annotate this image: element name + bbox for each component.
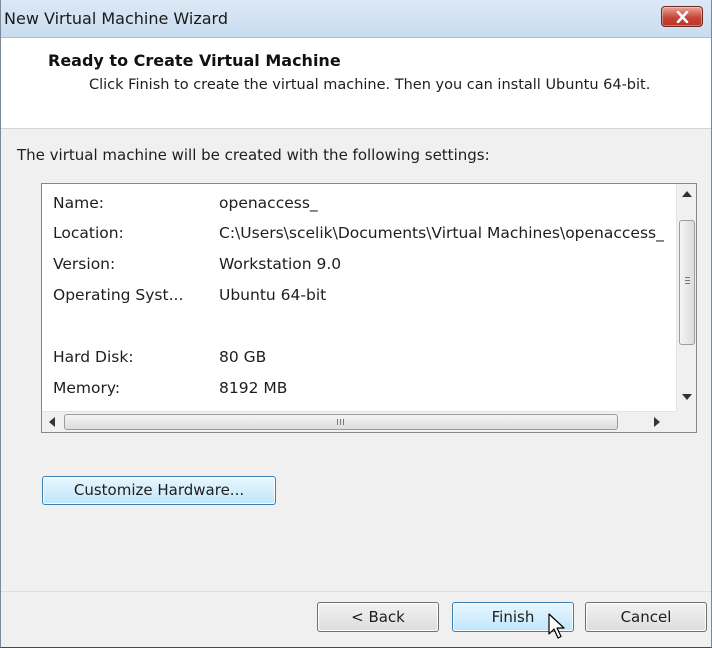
setting-value: openaccess_ [219, 194, 318, 212]
setting-key: Hard Disk: [53, 348, 134, 366]
setting-key: Version: [53, 255, 116, 273]
footer-divider [1, 591, 711, 592]
cancel-button[interactable]: Cancel [585, 602, 707, 632]
setting-value: Workstation 9.0 [219, 255, 342, 273]
settings-intro-text: The virtual machine will be created with… [17, 146, 490, 164]
setting-key: Name: [53, 194, 104, 212]
back-button[interactable]: < Back [317, 602, 439, 632]
settings-summary-list[interactable]: Name: openaccess_ Location: C:\Users\sce… [41, 183, 697, 433]
title-bar[interactable]: New Virtual Machine Wizard [1, 0, 711, 38]
grip-line [685, 280, 690, 281]
wizard-header: Ready to Create Virtual Machine Click Fi… [1, 38, 711, 129]
window-title: New Virtual Machine Wizard [4, 9, 228, 28]
scroll-up-arrow-icon[interactable] [682, 191, 692, 197]
vertical-scroll-thumb[interactable] [679, 220, 695, 345]
grip-line [685, 283, 690, 284]
grip-line [343, 419, 344, 425]
settings-list-viewport: Name: openaccess_ Location: C:\Users\sce… [42, 184, 676, 412]
setting-key: Operating Syst... [53, 286, 184, 304]
horizontal-scrollbar[interactable] [42, 411, 676, 432]
close-button[interactable] [661, 6, 703, 27]
close-icon [676, 11, 689, 23]
grip-line [340, 419, 341, 425]
mouse-pointer-icon [548, 613, 565, 639]
customize-hardware-button[interactable]: Customize Hardware... [42, 476, 276, 505]
wizard-window: New Virtual Machine Wizard Ready to Crea… [0, 0, 712, 648]
grip-line [337, 419, 338, 425]
setting-value: Ubuntu 64-bit [219, 286, 327, 304]
scroll-left-arrow-icon[interactable] [49, 417, 55, 427]
setting-key: Location: [53, 224, 124, 242]
setting-value: 80 GB [219, 348, 267, 366]
setting-value: C:\Users\scelik\Documents\Virtual Machin… [219, 224, 664, 242]
setting-key: Memory: [53, 379, 121, 397]
setting-value: 8192 MB [219, 379, 288, 397]
grip-line [685, 277, 690, 278]
scroll-right-arrow-icon[interactable] [654, 417, 660, 427]
horizontal-scroll-thumb[interactable] [64, 414, 618, 430]
vertical-scrollbar[interactable] [676, 184, 696, 412]
scroll-down-arrow-icon[interactable] [682, 394, 692, 400]
page-title: Ready to Create Virtual Machine [48, 51, 341, 70]
page-description: Click Finish to create the virtual machi… [89, 77, 651, 93]
scrollbar-corner [676, 411, 696, 432]
